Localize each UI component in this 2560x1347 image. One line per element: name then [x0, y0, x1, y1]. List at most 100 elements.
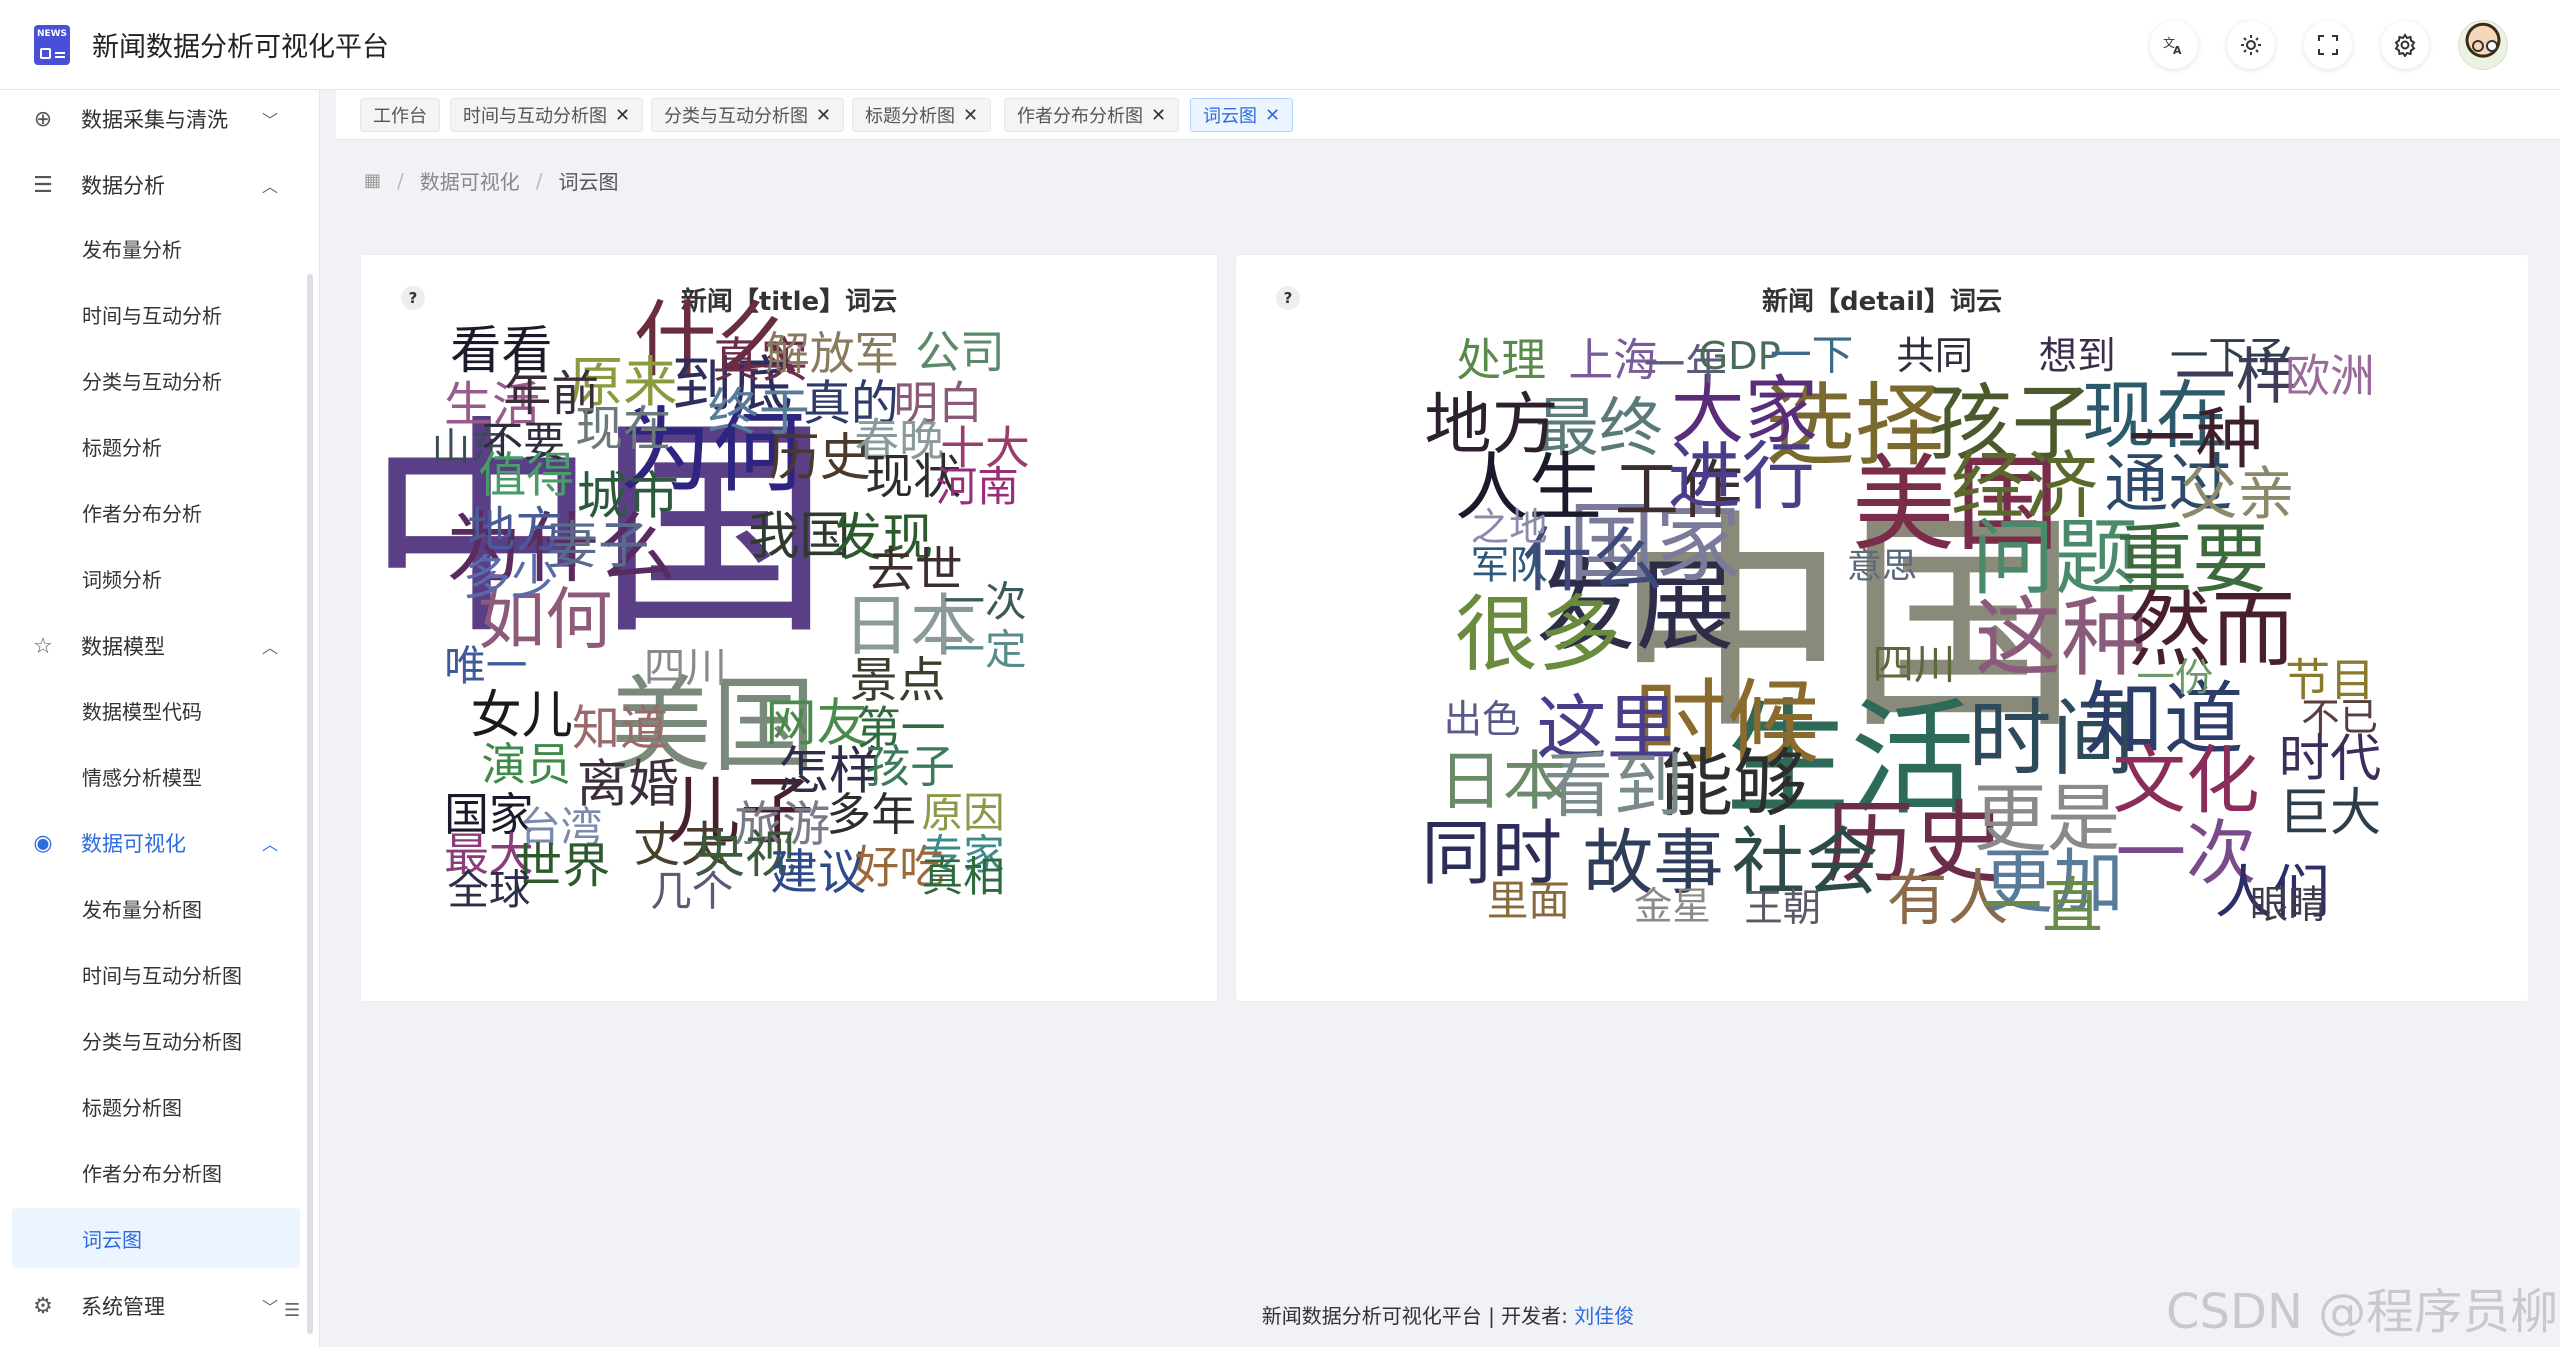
- sidebar-subitem[interactable]: 时间与互动分析: [12, 284, 300, 344]
- word: 多年: [826, 788, 916, 841]
- detail-wordcloud: 中国生活美国发展国家选择孩子现在时候历史时间这种然而问题重要经济 通过大家最终地方…: [1421, 331, 2381, 943]
- word: 时代: [2279, 729, 2381, 789]
- word: 金星: [1634, 885, 1711, 930]
- word: 日本: [1439, 745, 1567, 819]
- tag-category-interaction[interactable]: 分类与互动分析图 ✕: [651, 98, 845, 132]
- word: 经济: [1951, 444, 2098, 529]
- word: 军队: [1471, 544, 1548, 589]
- sidebar-subitem[interactable]: 发布量分析图: [12, 878, 300, 938]
- sidebar-subitem[interactable]: 标题分析图: [12, 1076, 300, 1136]
- header-actions: 文A: [2121, 20, 2508, 70]
- word: 解放军: [765, 327, 899, 380]
- word: 建议: [770, 844, 866, 900]
- close-icon[interactable]: ✕: [816, 105, 831, 126]
- detail-wordcloud-card: ? 新闻【detail】词云 中国 生活 美国 发展 国家 选择 孩子 现在 时候 历史 时间 这种然…: [1235, 254, 2529, 1002]
- chevron-up-icon: ︿: [262, 638, 279, 657]
- star-icon: ☆: [33, 633, 53, 659]
- word: 一次: [943, 577, 1026, 626]
- tag-wordcloud[interactable]: 词云图 ✕: [1190, 98, 1294, 132]
- word: 意思: [1847, 546, 1917, 587]
- sidebar-item-data-visualization[interactable]: ◉ 数据可视化 ︿: [0, 814, 310, 872]
- breadcrumb-current: 词云图: [558, 170, 619, 194]
- sun-icon[interactable]: [2227, 21, 2275, 69]
- word: 妻子: [547, 516, 649, 576]
- tag-workbench[interactable]: 工作台: [360, 98, 440, 132]
- title-wordcloud-card: ? 新闻【title】词云 中国 为何 美国 什么 为什么 如何 日本 儿子 到底 原来 真实 解放军…: [360, 254, 1218, 1002]
- word: 重要: [2116, 516, 2270, 605]
- close-icon[interactable]: ✕: [963, 105, 978, 126]
- word: 欧洲: [2285, 349, 2375, 402]
- list-icon: ☰: [33, 172, 53, 198]
- word: 出色: [1444, 697, 1521, 742]
- sidebar-scrollbar[interactable]: [307, 274, 313, 1334]
- word: 一下子: [2170, 334, 2285, 379]
- word: 想到: [2039, 334, 2116, 379]
- top-header: NEWS 新闻数据分析可视化平台 文A: [0, 0, 2560, 90]
- word: 一定: [943, 625, 1026, 674]
- word: GDP: [1698, 334, 1780, 379]
- sidebar: ⊕ 数据采集与清洗 ﹀ ☰ 数据分析 ︿ 发布量分析 时间与互动分析 分类与互动…: [0, 90, 320, 1347]
- grid-icon[interactable]: ▦: [364, 170, 381, 191]
- word: 河南: [936, 462, 1019, 511]
- author-link[interactable]: 刘佳俊: [1574, 1304, 1634, 1328]
- sidebar-item-data-model[interactable]: ☆ 数据模型 ︿: [0, 617, 310, 675]
- word: 值得: [478, 448, 574, 504]
- word: 处理: [1456, 333, 1546, 386]
- word: 演员: [482, 738, 572, 791]
- close-icon[interactable]: ✕: [615, 105, 630, 126]
- app-title: 新闻数据分析可视化平台: [92, 32, 389, 63]
- sidebar-collapse-icon[interactable]: ☰: [284, 1300, 300, 1321]
- word: 巨大: [2279, 783, 2381, 843]
- watermark: CSDN @程序员柳: [2166, 1284, 2559, 1340]
- word: 女儿: [470, 686, 572, 746]
- breadcrumb-level1[interactable]: 数据可视化: [420, 166, 520, 195]
- user-avatar[interactable]: [2458, 20, 2508, 70]
- sidebar-subitem[interactable]: 分类与互动分析: [12, 350, 300, 410]
- sidebar-subitem-wordcloud[interactable]: 词云图: [12, 1208, 300, 1268]
- sidebar-subitem[interactable]: 分类与互动分析图: [12, 1010, 300, 1070]
- sidebar-subitem[interactable]: 情感分析模型: [12, 746, 300, 806]
- sidebar-subitem[interactable]: 时间与互动分析图: [12, 944, 300, 1004]
- gear-icon[interactable]: [2381, 21, 2429, 69]
- word: 公司: [915, 325, 1005, 378]
- sidebar-subitem[interactable]: 作者分布分析图: [12, 1142, 300, 1202]
- word: 全球: [447, 865, 530, 914]
- tag-time-interaction[interactable]: 时间与互动分析图 ✕: [450, 98, 644, 132]
- word: 一直: [1981, 872, 2103, 942]
- chevron-down-icon: ﹀: [262, 111, 279, 130]
- word: 里面: [1487, 876, 1570, 925]
- title-wordcloud: 中国为何美国什么为什么如何 日本儿子到底原来 真实解放军 公司看看生活年前 终于真的明白…: [366, 292, 1030, 916]
- word: 共同: [1896, 334, 1973, 379]
- word: 很多: [1455, 586, 1621, 683]
- translate-icon[interactable]: 文A: [2150, 21, 2198, 69]
- word: 真相: [922, 852, 1005, 901]
- word: 孩子: [865, 740, 955, 793]
- chevron-up-icon: ︿: [262, 835, 279, 854]
- word: 一份: [2136, 656, 2213, 701]
- fullscreen-icon[interactable]: [2304, 21, 2352, 69]
- word: 进行: [1668, 435, 1815, 520]
- tag-author-distribution[interactable]: 作者分布分析图 ✕: [1004, 98, 1180, 132]
- chevron-down-icon: ﹀: [262, 1298, 279, 1317]
- sidebar-subitem[interactable]: 发布量分析: [12, 218, 300, 278]
- svg-text:A: A: [2173, 44, 2182, 57]
- close-icon[interactable]: ✕: [1265, 105, 1280, 126]
- word: 唯一: [444, 641, 527, 690]
- sidebar-item-system[interactable]: ⚙ 系统管理 ﹀: [0, 1277, 310, 1335]
- tags-bar: 工作台 时间与互动分析图 ✕ 分类与互动分析图 ✕ 标题分析图 ✕ 作者分布分析图 ✕ …: [336, 90, 2560, 140]
- word: 四川: [1872, 639, 1955, 688]
- eye-icon: ◉: [33, 830, 53, 856]
- sidebar-item-data-collection[interactable]: ⊕ 数据采集与清洗 ﹀: [0, 90, 310, 148]
- sidebar-subitem[interactable]: 作者分布分析: [12, 482, 300, 542]
- close-icon[interactable]: ✕: [1151, 105, 1166, 126]
- word: 王朝: [1744, 886, 1821, 931]
- breadcrumb: ▦ / 数据可视化 / 词云图: [364, 166, 619, 195]
- tag-title-analysis[interactable]: 标题分析图 ✕: [852, 98, 992, 132]
- word: 现在: [575, 401, 671, 457]
- sidebar-subitem[interactable]: 词频分析: [12, 548, 300, 608]
- gear-icon: ⚙: [33, 1293, 53, 1319]
- sidebar-subitem[interactable]: 标题分析: [12, 416, 300, 476]
- sidebar-item-data-analysis[interactable]: ☰ 数据分析 ︿: [0, 156, 310, 214]
- sidebar-subitem[interactable]: 数据模型代码: [12, 680, 300, 740]
- word: 文化: [2112, 739, 2259, 824]
